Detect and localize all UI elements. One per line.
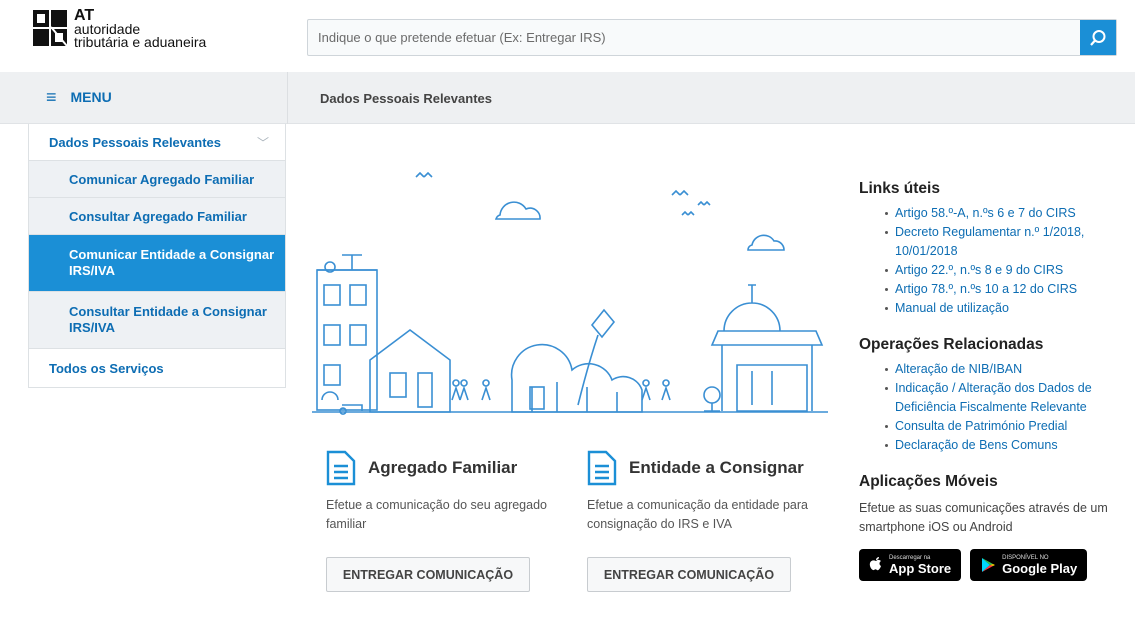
hamburger-icon: ≡ xyxy=(46,87,57,107)
link-item[interactable]: Artigo 58.º-A, n.ºs 6 e 7 do CIRS xyxy=(885,204,1119,223)
logo-line3: tributária e aduaneira xyxy=(74,34,207,50)
card-title: Agregado Familiar xyxy=(368,458,518,477)
apps-title: Aplicações Móveis xyxy=(859,473,998,490)
sidebar-item-comunicar-entidade[interactable]: Comunicar Entidade a Consignar IRS/IVA xyxy=(29,235,285,292)
appstore-label: App Store xyxy=(889,560,952,576)
breadcrumb: Dados Pessoais Relevantes xyxy=(320,91,492,106)
link-item[interactable]: Consulta de Património Predial xyxy=(885,417,1119,436)
app-store-badge[interactable]: Descarregar na App Store xyxy=(859,549,962,581)
apps-description: Efetue as suas comunicações através de u… xyxy=(859,501,1108,534)
entregar-agregado-button[interactable]: ENTREGAR COMUNICAÇÃO xyxy=(326,557,530,592)
card-entidade: Entidade a Consignar Efetue a comunicaçã… xyxy=(587,450,817,534)
entregar-entidade-button[interactable]: ENTREGAR COMUNICAÇÃO xyxy=(587,557,791,592)
google-play-badge[interactable]: DISPONÍVEL NO Google Play xyxy=(970,549,1088,581)
card-agregado: Agregado Familiar Efetue a comunicação d… xyxy=(326,450,556,534)
search-icon xyxy=(1090,29,1106,46)
sidebar-item-consultar-agregado[interactable]: Consultar Agregado Familiar xyxy=(29,198,285,235)
document-icon xyxy=(326,450,356,486)
sidebar-item-dados-pessoais[interactable]: Dados Pessoais Relevantes ﹀ xyxy=(29,124,285,161)
at-logo[interactable]: AT autoridade tributária e aduaneira xyxy=(31,8,206,50)
sidebar-item-consultar-entidade[interactable]: Consultar Entidade a Consignar IRS/IVA xyxy=(29,292,285,349)
card-title: Entidade a Consignar xyxy=(629,458,804,477)
links-uteis-title: Links úteis xyxy=(859,180,940,197)
at-logo-icon xyxy=(33,10,68,47)
search-input[interactable] xyxy=(308,20,1080,55)
apple-icon xyxy=(869,557,881,571)
menu-button[interactable]: ≡ MENU xyxy=(46,87,112,107)
link-item[interactable]: Decreto Regulamentar n.º 1/2018, 10/01/2… xyxy=(885,223,1119,261)
document-icon xyxy=(587,450,617,486)
sidebar: Dados Pessoais Relevantes ﹀ Comunicar Ag… xyxy=(28,124,286,388)
card-description: Efetue a comunicação da entidade para co… xyxy=(587,498,808,531)
link-item[interactable]: Indicação / Alteração dos Dados de Defic… xyxy=(885,379,1119,417)
link-item[interactable]: Declaração de Bens Comuns xyxy=(885,436,1119,455)
store-badges: Descarregar na App Store DISPONÍVEL NO Goo… xyxy=(859,549,1119,581)
header: AT autoridade tributária e aduaneira xyxy=(0,0,1135,72)
city-illustration xyxy=(312,171,828,415)
link-item[interactable]: Artigo 78.º, n.ºs 10 a 12 do CIRS xyxy=(885,280,1119,299)
card-description: Efetue a comunicação do seu agregado fam… xyxy=(326,498,547,531)
sidebar-item-label: Dados Pessoais Relevantes xyxy=(49,134,221,150)
google-play-icon xyxy=(982,558,996,572)
link-item[interactable]: Artigo 22.º, n.ºs 8 e 9 do CIRS xyxy=(885,261,1119,280)
search-bar xyxy=(307,19,1117,56)
right-panel: Links úteis Artigo 58.º-A, n.ºs 6 e 7 do… xyxy=(859,180,1119,581)
search-button[interactable] xyxy=(1080,20,1116,55)
sidebar-item-todos-servicos[interactable]: Todos os Serviços xyxy=(29,349,285,387)
operacoes-list: Alteração de NIB/IBAN Indicação / Altera… xyxy=(885,360,1119,455)
chevron-down-icon: ﹀ xyxy=(256,135,269,150)
googleplay-label: Google Play xyxy=(1002,560,1078,576)
sidebar-item-comunicar-agregado[interactable]: Comunicar Agregado Familiar xyxy=(29,161,285,198)
menu-label: MENU xyxy=(70,89,112,105)
nav-bar: ≡ MENU Dados Pessoais Relevantes xyxy=(0,72,1135,124)
divider xyxy=(287,72,288,124)
operacoes-title: Operações Relacionadas xyxy=(859,336,1044,353)
link-item[interactable]: Manual de utilização xyxy=(885,299,1119,318)
link-item[interactable]: Alteração de NIB/IBAN xyxy=(885,360,1119,379)
links-uteis-list: Artigo 58.º-A, n.ºs 6 e 7 do CIRS Decret… xyxy=(885,204,1119,318)
